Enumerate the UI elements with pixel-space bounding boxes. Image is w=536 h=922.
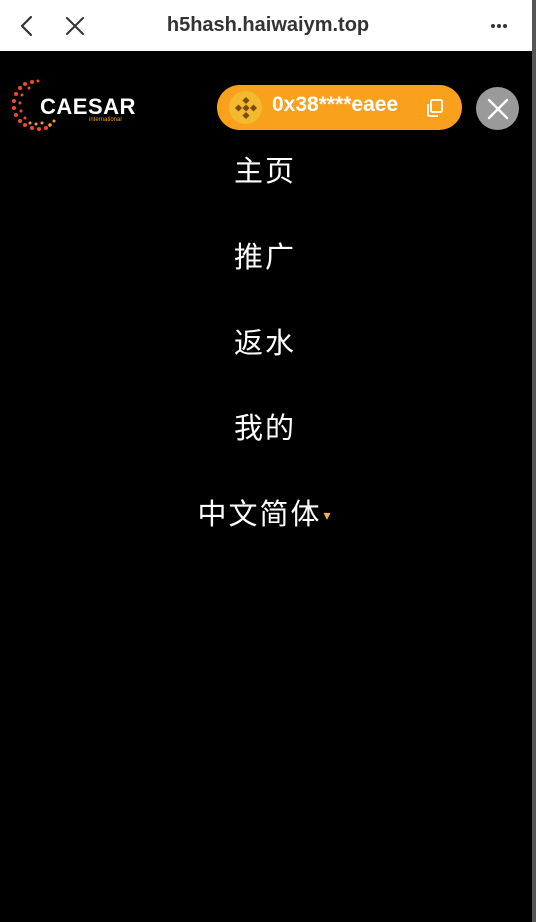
- close-icon: [487, 98, 508, 119]
- language-label: 中文简体: [197, 497, 322, 531]
- menu-item-rebate[interactable]: 返水: [0, 320, 530, 362]
- wallet-address-pill[interactable]: 0x38****eaee: [217, 85, 462, 130]
- more-dots-icon: [491, 24, 507, 28]
- menu-item-mine[interactable]: 我的: [0, 405, 530, 447]
- language-selector[interactable]: 中文简体 ▾: [0, 491, 530, 533]
- more-button[interactable]: [484, 11, 514, 41]
- scroll-edge: [532, 0, 536, 922]
- binance-coin-icon: [229, 91, 262, 124]
- menu-close-button[interactable]: [476, 87, 519, 130]
- browser-topbar: h5hash.haiwaiym.top: [0, 0, 536, 51]
- caesar-logo: CAESAR international: [10, 76, 135, 136]
- copy-icon: [427, 99, 443, 117]
- url-text: h5hash.haiwaiym.top: [166, 14, 370, 36]
- menu-item-home[interactable]: 主页: [0, 148, 530, 190]
- copy-address-button[interactable]: [425, 98, 445, 118]
- menu-item-promotion[interactable]: 推广: [0, 234, 530, 276]
- logo-subtext: international: [89, 117, 122, 123]
- wallet-address: 0x38****eaee: [272, 93, 399, 116]
- caret-down-icon: ▾: [323, 508, 333, 524]
